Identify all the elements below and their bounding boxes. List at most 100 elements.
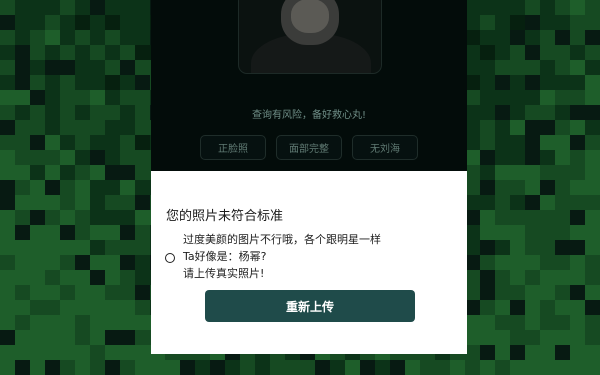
background-tile [495,195,510,210]
background-tile [585,195,600,210]
background-tile [135,225,150,240]
background-tile [15,45,30,60]
background-tile [15,120,30,135]
background-tile [0,195,15,210]
background-tile [570,60,585,75]
background-tile [510,225,525,240]
background-tile [60,45,75,60]
background-tile [75,255,90,270]
background-tile [105,150,120,165]
background-tile [585,255,600,270]
background-tile [300,360,315,375]
background-tile [120,60,135,75]
background-tile [585,60,600,75]
background-tile [120,195,135,210]
background-tile [525,135,540,150]
background-tile [60,180,75,195]
background-tile [495,345,510,360]
background-tile [75,195,90,210]
background-tile [0,45,15,60]
background-tile [135,330,150,345]
background-tile [570,45,585,60]
background-tile [570,285,585,300]
background-tile [15,285,30,300]
uploaded-photo[interactable] [238,0,382,74]
background-tile [0,330,15,345]
background-tile [90,150,105,165]
background-tile [540,225,555,240]
background-tile [30,165,45,180]
background-tile [120,315,135,330]
background-tile [90,180,105,195]
background-tile [495,150,510,165]
background-tile [45,330,60,345]
background-tile [75,240,90,255]
background-tile [120,45,135,60]
background-tile [120,345,135,360]
background-tile [570,135,585,150]
background-tile [75,210,90,225]
background-tile [510,75,525,90]
background-tile [510,135,525,150]
background-tile [480,135,495,150]
background-tile [15,210,30,225]
background-tile [585,90,600,105]
background-tile [465,120,480,135]
background-tile [555,15,570,30]
background-tile [60,135,75,150]
background-tile [0,240,15,255]
background-tile [120,270,135,285]
background-tile [465,180,480,195]
background-tile [15,135,30,150]
screen: 查询有风险，备好救心丸! 正脸照 面部完整 无刘海 您的照片未符合标准 过度美颜… [0,0,600,375]
background-tile [0,270,15,285]
background-tile [555,90,570,105]
background-tile [525,75,540,90]
background-tile [60,105,75,120]
background-tile [555,225,570,240]
background-tile [540,210,555,225]
reupload-button[interactable]: 重新上传 [205,290,415,322]
background-tile [465,270,480,285]
photo-rejected-dialog: 您的照片未符合标准 过度美颜的图片不行哦，各个跟明星一样 Ta好像是：杨幂? 请… [151,171,467,354]
background-tile [30,180,45,195]
background-tile [465,195,480,210]
background-tile [480,225,495,240]
background-tile [585,315,600,330]
background-tile [480,105,495,120]
background-tile [105,90,120,105]
background-tile [75,15,90,30]
background-tile [60,330,75,345]
background-tile [465,165,480,180]
background-tile [465,45,480,60]
background-tile [0,165,15,180]
background-tile [510,120,525,135]
background-tile [30,45,45,60]
background-tile [540,75,555,90]
background-tile [510,330,525,345]
background-tile [570,30,585,45]
background-tile [570,360,585,375]
background-tile [510,195,525,210]
background-tile [480,150,495,165]
background-tile [495,90,510,105]
background-tile [0,90,15,105]
background-tile [510,15,525,30]
background-tile [465,105,480,120]
background-tile [60,360,75,375]
background-tile [120,360,135,375]
background-tile [510,240,525,255]
background-tile [105,120,120,135]
background-tile [570,210,585,225]
photo-face [281,0,339,45]
background-tile [480,285,495,300]
background-tile [510,165,525,180]
background-tile [465,225,480,240]
background-tile [510,300,525,315]
background-tile [135,75,150,90]
background-tile [120,255,135,270]
background-tile [15,15,30,30]
background-tile [90,360,105,375]
background-tile [465,330,480,345]
background-tile [45,135,60,150]
